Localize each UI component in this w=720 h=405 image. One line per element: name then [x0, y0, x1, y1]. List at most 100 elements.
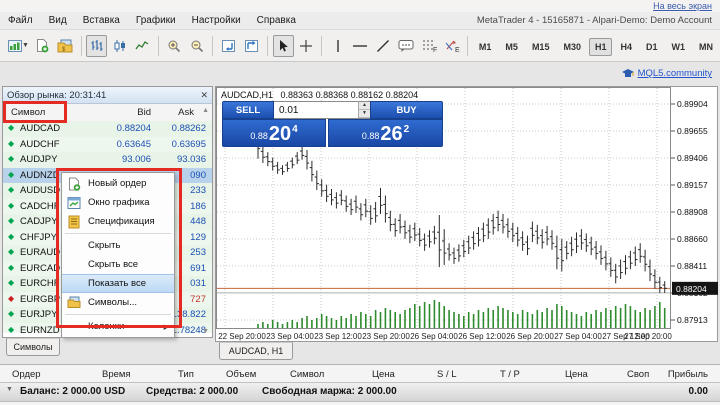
up-diamond-icon: ◆ — [8, 248, 14, 256]
buy-price-panel[interactable]: 0.88 26 2 — [328, 119, 443, 147]
volume-input[interactable]: 0.01 — [274, 105, 358, 116]
timeframe-h1[interactable]: H1 — [589, 38, 613, 56]
svg-text:22 Sep 20:00: 22 Sep 20:00 — [218, 332, 266, 341]
trendline-icon[interactable] — [373, 35, 394, 57]
menu-настройки[interactable]: Настройки — [184, 15, 249, 26]
symbol-row-audcad[interactable]: ◆AUDCAD0.882040.88262 — [3, 121, 212, 137]
autoscroll-icon[interactable] — [218, 35, 239, 57]
column-header-bid[interactable]: Bid — [137, 107, 151, 118]
candlestick-icon[interactable] — [109, 35, 130, 57]
chart-shift-icon[interactable] — [241, 35, 262, 57]
timeframe-mn[interactable]: MN — [693, 38, 719, 56]
menu-separator — [65, 314, 171, 315]
chevron-down-icon: ▼ — [22, 42, 29, 49]
context-item-окно-графика[interactable]: Окно графика — [62, 193, 174, 212]
vertical-line-icon[interactable] — [327, 35, 348, 57]
ask-value: 186 — [190, 201, 206, 212]
bid-value: 0.63645 — [117, 139, 151, 150]
toolbar-separator — [81, 36, 82, 56]
chart-window[interactable]: 0.899040.896550.894060.891570.889080.886… — [215, 86, 718, 342]
svg-text:23 Sep 04:00: 23 Sep 04:00 — [266, 332, 314, 341]
timeframe-m30[interactable]: M30 — [557, 38, 587, 56]
context-item-колонки[interactable]: Колонки▶ — [62, 317, 174, 336]
sell-price-big: 20 — [269, 124, 291, 144]
timeframe-d1[interactable]: D1 — [640, 38, 664, 56]
sell-button[interactable]: SELL — [222, 101, 274, 119]
menu-вид[interactable]: Вид — [41, 15, 75, 26]
svg-text:27 Sep 04:00: 27 Sep 04:00 — [554, 332, 602, 341]
crosshair-icon[interactable] — [296, 35, 317, 57]
context-item-показать-все[interactable]: Показать все — [62, 274, 174, 293]
ask-value: 727 — [190, 294, 206, 305]
chart-info-line: AUDCAD,H1 0.88363 0.88368 0.88162 0.8820… — [221, 90, 423, 100]
up-diamond-icon: ◆ — [8, 171, 14, 179]
menu-файл[interactable]: Файл — [0, 15, 41, 26]
sell-price-panel[interactable]: 0.88 20 4 — [222, 119, 326, 147]
free-margin-value: Свободная маржа: 2 000.00 — [262, 386, 397, 397]
profiles-icon[interactable]: $ — [55, 35, 76, 57]
new-chart-icon[interactable]: ▼ — [7, 35, 30, 57]
mql5-community-link[interactable]: MQL5.community — [638, 68, 712, 79]
context-item-новый-ордер[interactable]: Новый ордер — [62, 174, 174, 193]
new-order-icon[interactable] — [32, 35, 53, 57]
shapes-icon[interactable]: E — [441, 35, 462, 57]
tab-chart-audcad[interactable]: AUDCAD, H1 — [219, 342, 293, 360]
symbol-name: AUDUSD — [20, 185, 60, 196]
context-item-label: Символы... — [88, 297, 137, 308]
timeframe-m15[interactable]: M15 — [526, 38, 556, 56]
timeframe-h4[interactable]: H4 — [614, 38, 638, 56]
context-item-символы-[interactable]: Символы... — [62, 293, 174, 312]
zoom-out-icon[interactable] — [187, 35, 208, 57]
bars-chart-icon[interactable] — [86, 35, 107, 57]
community-link-row: MQL5.community — [622, 68, 712, 79]
buy-button[interactable]: BUY — [370, 101, 443, 119]
terminal-column-2: Время — [102, 369, 131, 380]
terminal-column-3: Тип — [178, 369, 194, 380]
menu-справка[interactable]: Справка — [249, 15, 304, 26]
symbols-icon — [67, 296, 81, 310]
scroll-up-icon[interactable]: ▲ — [202, 107, 209, 114]
top-strip: На весь экран — [0, 0, 720, 12]
symbol-name: EURCHF — [20, 278, 60, 289]
symbol-row-audjpy[interactable]: ◆AUDJPY93.00693.036 — [3, 152, 212, 168]
cursor-icon[interactable] — [273, 35, 294, 57]
tab-symbols[interactable]: Символы — [6, 338, 60, 356]
spinner-up-icon[interactable]: ▲ — [359, 102, 370, 110]
chart-window-icon — [67, 196, 81, 210]
svg-text:0.89904: 0.89904 — [677, 99, 708, 109]
ask-value: 090 — [190, 170, 206, 181]
context-item-скрыть[interactable]: Скрыть — [62, 236, 174, 255]
zoom-in-icon[interactable] — [164, 35, 185, 57]
horizontal-line-icon[interactable] — [350, 35, 371, 57]
market-watch-titlebar[interactable]: Обзор рынка: 20:31:41 ✕ — [3, 87, 212, 104]
toolbar: ▼ $ — [0, 30, 720, 62]
terminal-column-11: Прибыль — [668, 369, 708, 380]
scroll-down-icon[interactable]: ▼ — [202, 328, 209, 335]
terminal-column-4: Объем — [226, 369, 256, 380]
context-item-спецификация[interactable]: Спецификация — [62, 212, 174, 231]
menu-графики[interactable]: Графики — [128, 15, 184, 26]
text-label-icon[interactable] — [396, 35, 417, 57]
collapse-chevron-icon[interactable]: ▼ — [6, 386, 13, 393]
up-diamond-icon: ◆ — [8, 264, 14, 272]
ask-value: 0.88262 — [172, 123, 206, 134]
symbol-name: AUDCAD — [20, 123, 60, 134]
terminal-column-headers: ОрдерВремяТипОбъемСимволЦенаS / LT / PЦе… — [0, 367, 720, 382]
close-icon[interactable]: ✕ — [200, 91, 208, 100]
timeframe-w1[interactable]: W1 — [666, 38, 692, 56]
spinner-down-icon[interactable]: ▼ — [359, 110, 370, 118]
symbol-row-audchf[interactable]: ◆AUDCHF0.636450.63695 — [3, 137, 212, 153]
fibonacci-icon[interactable]: F — [418, 35, 439, 57]
timeframe-m1[interactable]: M1 — [473, 38, 498, 56]
timeframe-m5[interactable]: M5 — [499, 38, 524, 56]
svg-text:0.89655: 0.89655 — [677, 126, 708, 136]
menu-вставка[interactable]: Вставка — [75, 15, 128, 26]
column-header-ask[interactable]: Ask — [178, 107, 194, 118]
svg-text:0.88908: 0.88908 — [677, 207, 708, 217]
context-item-скрыть-все[interactable]: Скрыть все — [62, 255, 174, 274]
line-chart-icon[interactable] — [132, 35, 153, 57]
toolbar-separator — [321, 36, 322, 56]
chart-ohlc-values: 0.88363 0.88368 0.88162 0.88204 — [281, 90, 419, 100]
fullscreen-link[interactable]: На весь экран — [653, 1, 712, 11]
column-header-symbol[interactable]: Символ — [11, 107, 45, 118]
